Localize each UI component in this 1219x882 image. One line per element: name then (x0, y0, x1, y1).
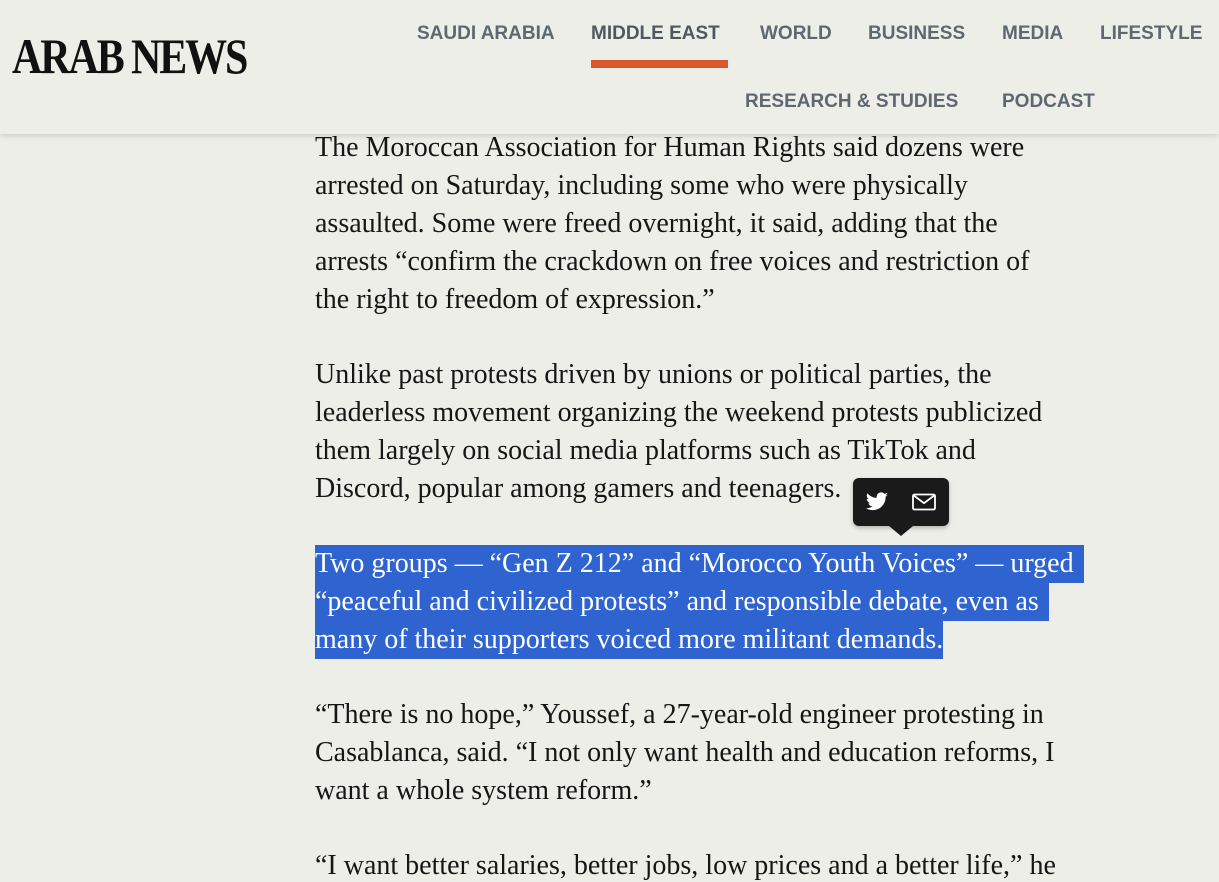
paragraph-line: “I want better salaries, better jobs, lo… (315, 850, 1056, 881)
paragraph-line: the right to freedom of expression.” (315, 284, 715, 315)
mail-icon[interactable] (911, 490, 937, 514)
paragraph-line: want a whole system reform.” (315, 775, 652, 806)
paragraph-line: assaulted. Some were freed overnight, it… (315, 208, 998, 239)
paragraph-line: Casablanca, said. “I not only want healt… (315, 737, 1055, 768)
article-paragraph: The Moroccan Association for Human Right… (315, 129, 1029, 319)
site-logo[interactable]: ARAB NEWS (12, 28, 248, 84)
article-paragraph: “There is no hope,” Youssef, a 27-year-o… (315, 696, 1054, 810)
selected-text-line: many of their supporters voiced more mil… (315, 621, 944, 659)
nav-item-media[interactable]: MEDIA (1002, 23, 1063, 45)
share-selection-popup (853, 478, 949, 536)
paragraph-line: The Moroccan Association for Human Right… (315, 132, 1025, 163)
nav-active-indicator (591, 60, 728, 68)
selected-text-line: Two groups — “Gen Z 212” and “Morocco Yo… (315, 545, 1084, 583)
nav-item-lifestyle[interactable]: LIFESTYLE (1100, 23, 1202, 45)
nav-item-business[interactable]: BUSINESS (868, 23, 965, 45)
nav-item-saudi-arabia[interactable]: SAUDI ARABIA (417, 23, 555, 45)
paragraph-line: leaderless movement organizing the weeke… (315, 397, 1043, 428)
selected-paragraph[interactable]: Two groups — “Gen Z 212” and “Morocco Yo… (315, 545, 1084, 659)
paragraph-line: them largely on social media platforms s… (315, 435, 976, 466)
site-header: ARAB NEWS SAUDI ARABIA MIDDLE EAST WORLD… (0, 0, 1219, 134)
paragraph-line: arrested on Saturday, including some who… (315, 170, 968, 201)
paragraph-line: Unlike past protests driven by unions or… (315, 359, 992, 390)
article-paragraph: “I want better salaries, better jobs, lo… (315, 847, 1056, 882)
nav-item-podcast[interactable]: PODCAST (1002, 91, 1095, 113)
selected-text-line: “peaceful and civilized protests” and re… (315, 583, 1049, 621)
paragraph-line: arrests “confirm the crackdown on free v… (315, 246, 1030, 277)
twitter-icon[interactable] (864, 490, 890, 514)
paragraph-line: “There is no hope,” Youssef, a 27-year-o… (315, 699, 1044, 730)
nav-item-research-studies[interactable]: RESEARCH & STUDIES (745, 91, 958, 113)
nav-item-middle-east[interactable]: MIDDLE EAST (591, 23, 720, 45)
nav-item-world[interactable]: WORLD (760, 23, 832, 45)
